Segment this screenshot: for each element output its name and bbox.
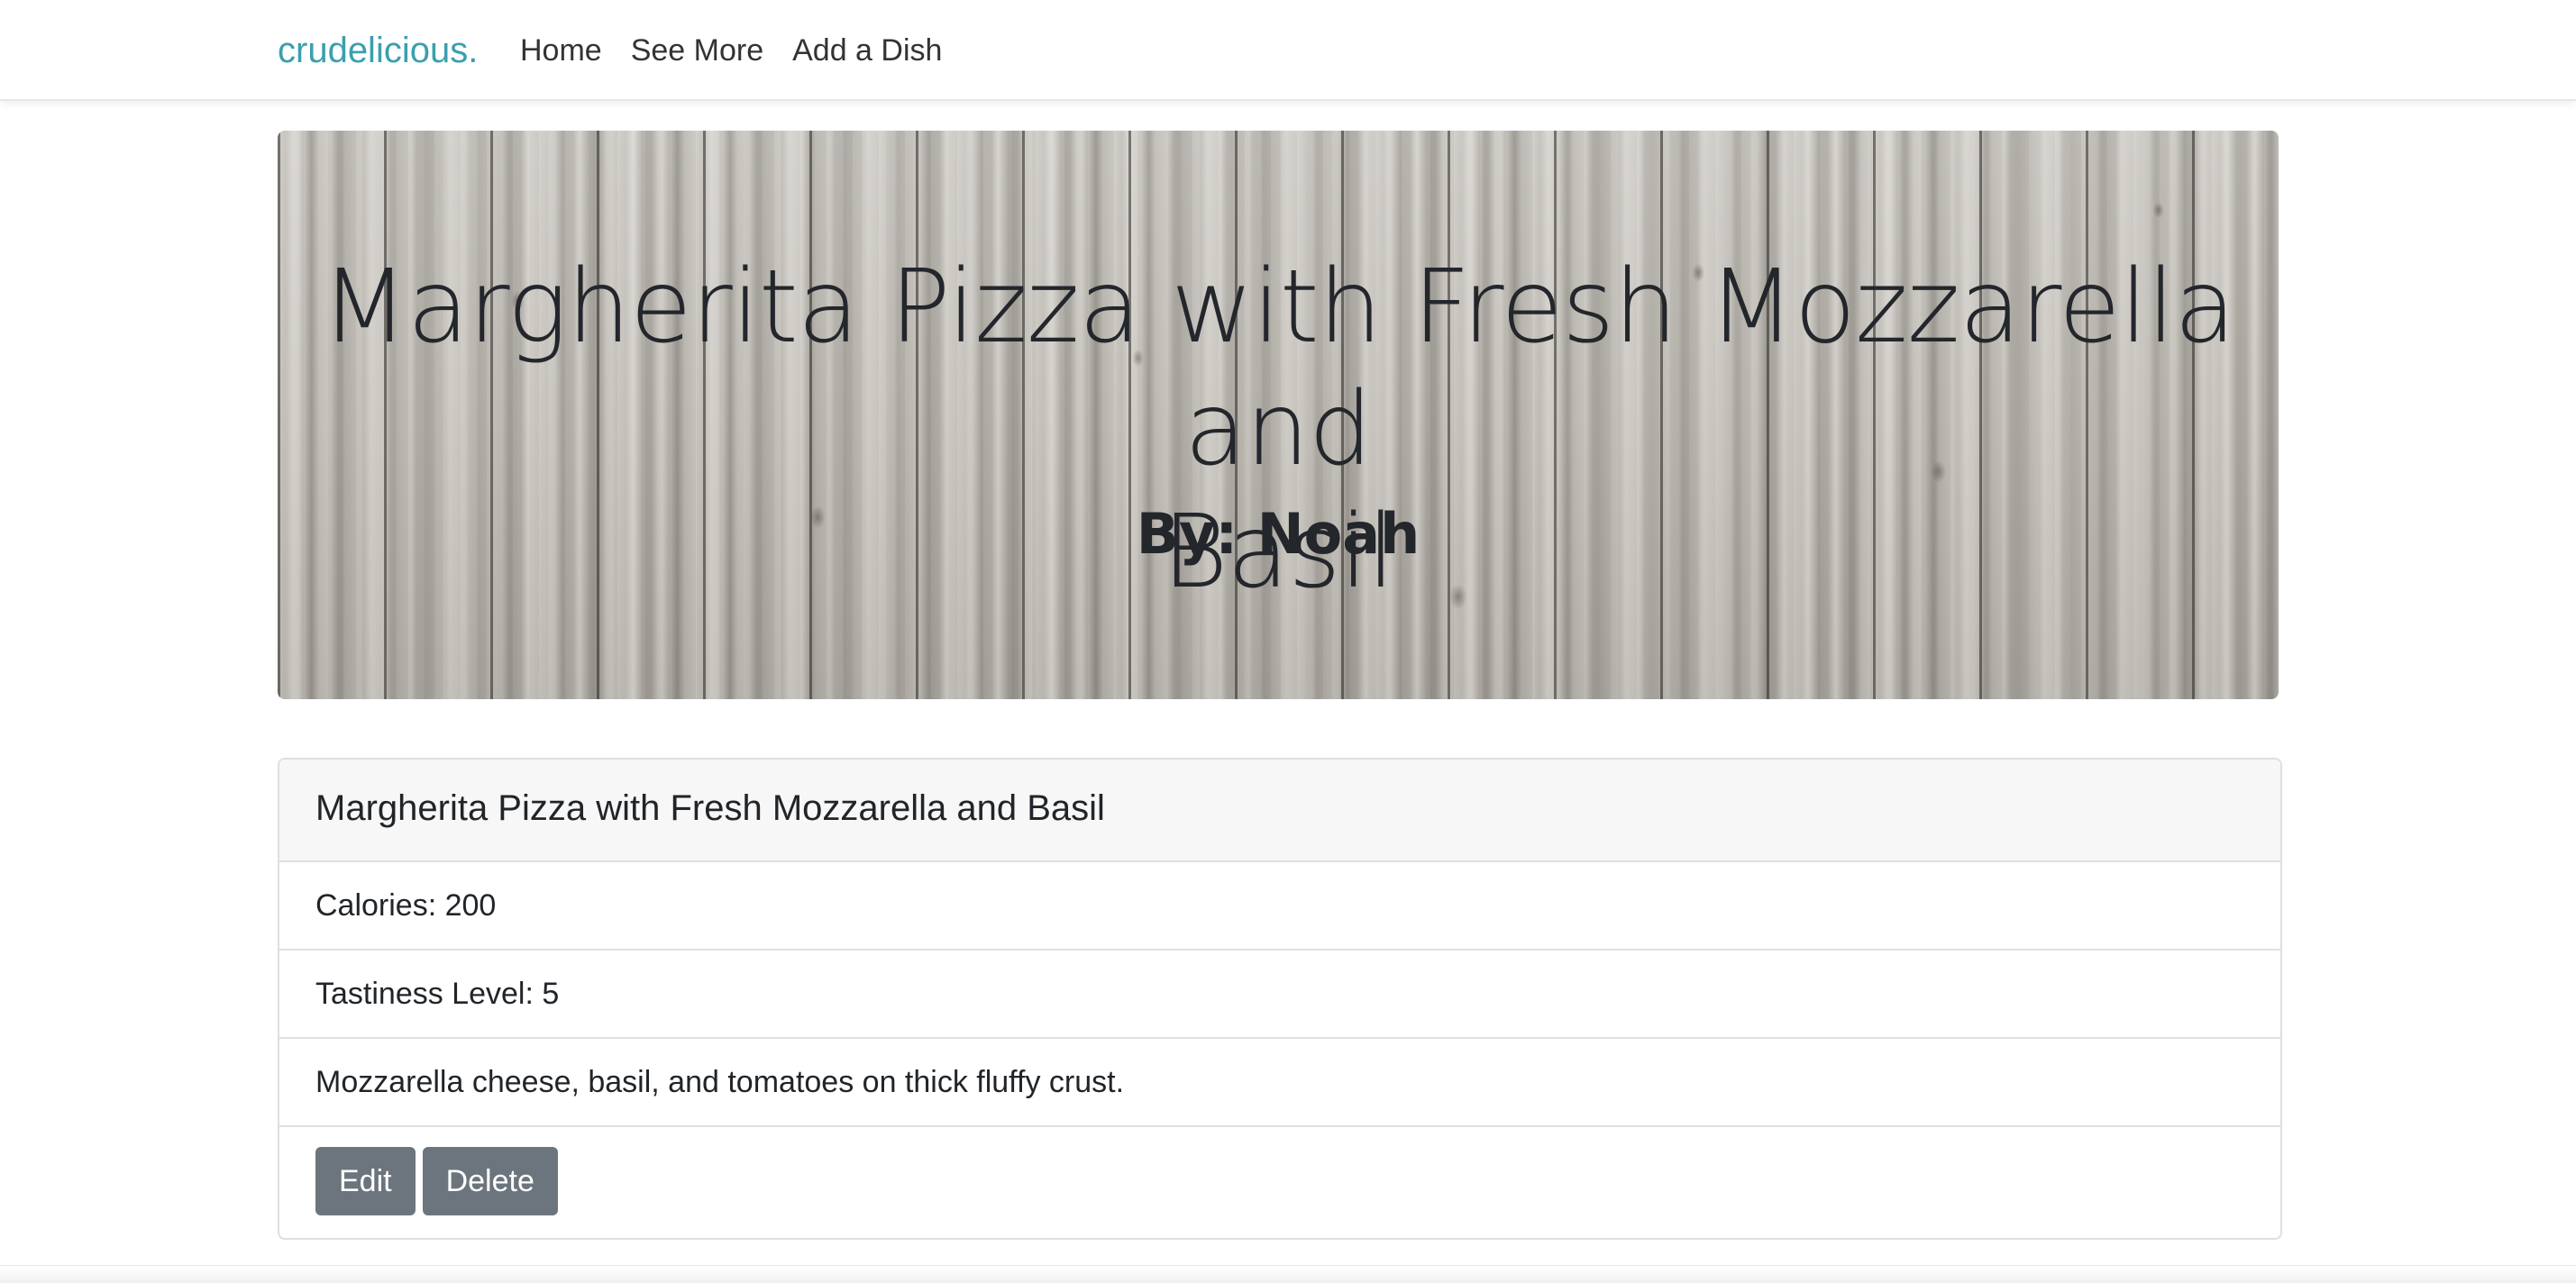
dish-tastiness-level: Tastiness Level: 5 — [279, 951, 2280, 1039]
nav-link-add-dish[interactable]: Add a Dish — [792, 25, 942, 76]
dish-description: Mozzarella cheese, basil, and tomatoes o… — [279, 1039, 2280, 1127]
dish-card-title: Margherita Pizza with Fresh Mozzarella a… — [279, 760, 2280, 862]
hero-banner: Margherita Pizza with Fresh Mozzarella a… — [278, 131, 2279, 699]
footer-edge — [0, 1265, 2576, 1283]
dish-calories: Calories: 200 — [279, 862, 2280, 951]
top-navbar: crudelicious. Home See More Add a Dish — [0, 0, 2576, 101]
nav-links: Home See More Add a Dish — [520, 25, 971, 76]
hero-author-byline: By: Noah — [1136, 501, 1420, 567]
nav-link-home[interactable]: Home — [520, 25, 602, 76]
dish-actions: Edit Delete — [279, 1127, 2280, 1235]
delete-button[interactable]: Delete — [422, 1147, 558, 1215]
nav-link-see-more[interactable]: See More — [631, 25, 763, 76]
hero-title-line-1: Margherita Pizza with Fresh Mozzarella a… — [321, 249, 2235, 488]
brand-logo-link[interactable]: crudelicious. — [278, 25, 478, 76]
dish-card: Margherita Pizza with Fresh Mozzarella a… — [278, 758, 2282, 1240]
edit-button[interactable]: Edit — [315, 1147, 416, 1215]
